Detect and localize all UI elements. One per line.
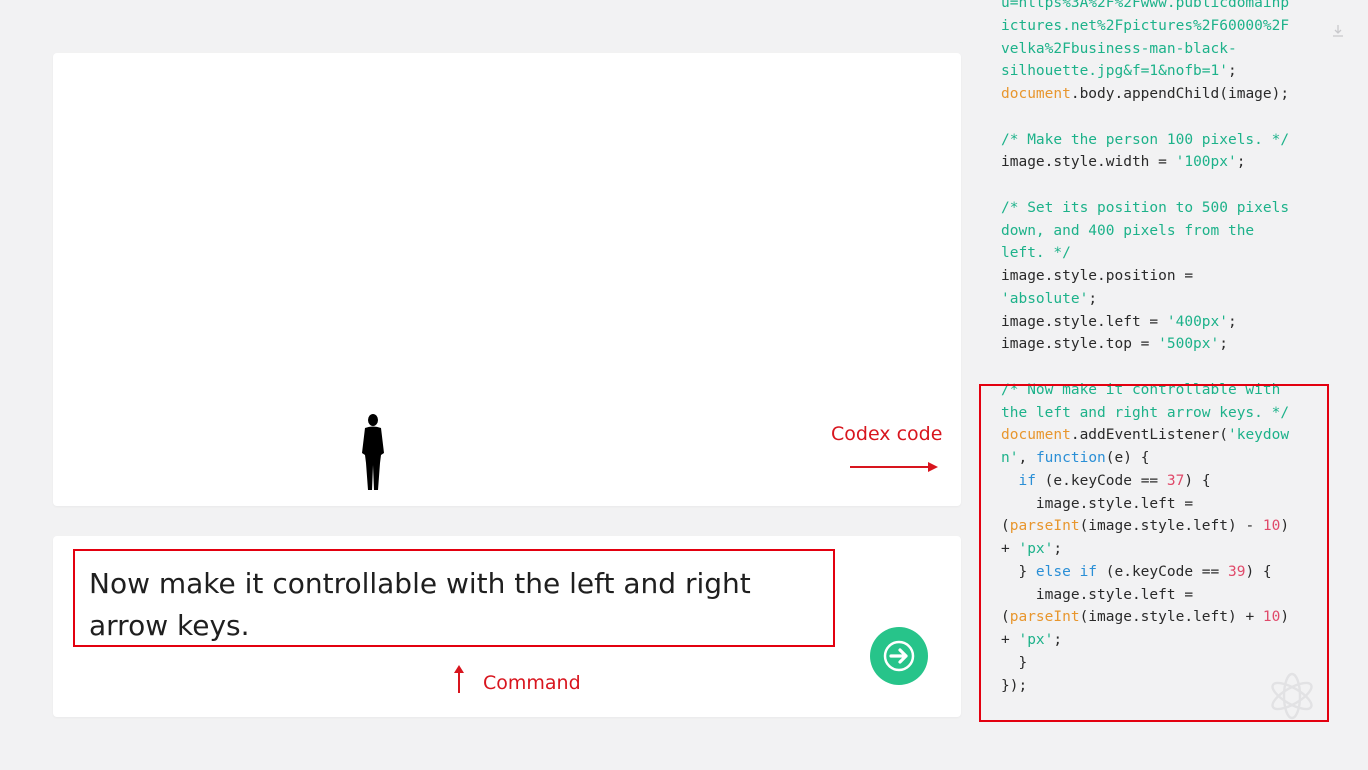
code-line: velka%2Fbusiness-man-black- [1001, 38, 1321, 61]
code-token: down, and 400 pixels from the [1001, 222, 1255, 239]
code-line: left. */ [1001, 242, 1321, 265]
code-token: document [1001, 86, 1071, 102]
code-token: 'absolute' [1001, 290, 1089, 307]
code-line: ictures.net%2Fpictures%2F60000%2F [1001, 15, 1321, 38]
code-line: down, and 400 pixels from the [1001, 220, 1321, 243]
code-token: ictures.net%2Fpictures%2F60000%2F [1001, 17, 1290, 34]
code-token: /* Set its position to 500 pixels [1001, 199, 1290, 216]
code-token: ; [1227, 63, 1237, 80]
code-line: u=https%3A%2F%2Fwww.publicdomainp [1001, 0, 1321, 15]
code-token: .body.appendChild(image); [1070, 86, 1290, 102]
code-line: image.style.left = '400px'; [1001, 311, 1321, 334]
code-token: image.style.width = [1001, 154, 1176, 171]
codex-arrow-icon [850, 462, 938, 472]
openai-logo-icon [1271, 672, 1313, 720]
code-line: image.style.top = '500px'; [1001, 333, 1321, 356]
codex-code-label: Codex code [831, 423, 943, 445]
code-token: ; [1219, 336, 1228, 353]
code-token: u=https%3A%2F%2Fwww.publicdomainp [1001, 0, 1290, 11]
code-line: image.style.width = '100px'; [1001, 151, 1321, 174]
command-label: Command [483, 672, 581, 694]
code-line: 'absolute'; [1001, 288, 1321, 311]
download-icon[interactable] [1331, 24, 1345, 38]
code-token: '400px' [1166, 313, 1228, 330]
code-line: silhouette.jpg&f=1&nofb=1'; [1001, 60, 1321, 83]
person-silhouette-icon [362, 414, 384, 490]
code-token: silhouette.jpg&f=1&nofb=1' [1001, 63, 1228, 80]
code-token: /* Make the person 100 pixels. */ [1001, 131, 1290, 148]
code-line: document.body.appendChild(image); [1001, 83, 1321, 106]
code-token: ; [1236, 154, 1246, 171]
preview-canvas [53, 53, 961, 506]
command-input[interactable]: Now make it controllable with the left a… [73, 549, 835, 647]
code-token: left. */ [1001, 245, 1071, 262]
code-token: '100px' [1175, 154, 1237, 171]
arrow-right-icon [883, 640, 915, 672]
code-line: image.style.position = [1001, 265, 1321, 288]
code-token: '500px' [1158, 336, 1220, 353]
code-token: velka%2Fbusiness-man-black- [1001, 40, 1237, 57]
code-token: ; [1088, 290, 1098, 307]
code-token: ; [1227, 313, 1237, 330]
code-token: image.style.position = [1001, 268, 1194, 284]
code-line: /* Make the person 100 pixels. */ [1001, 129, 1321, 152]
code-line: /* Set its position to 500 pixels [1001, 197, 1321, 220]
code-token: image.style.top = [1001, 336, 1159, 353]
command-arrow-icon [454, 665, 464, 693]
send-button[interactable] [870, 627, 928, 685]
code-token: image.style.left = [1001, 313, 1167, 330]
